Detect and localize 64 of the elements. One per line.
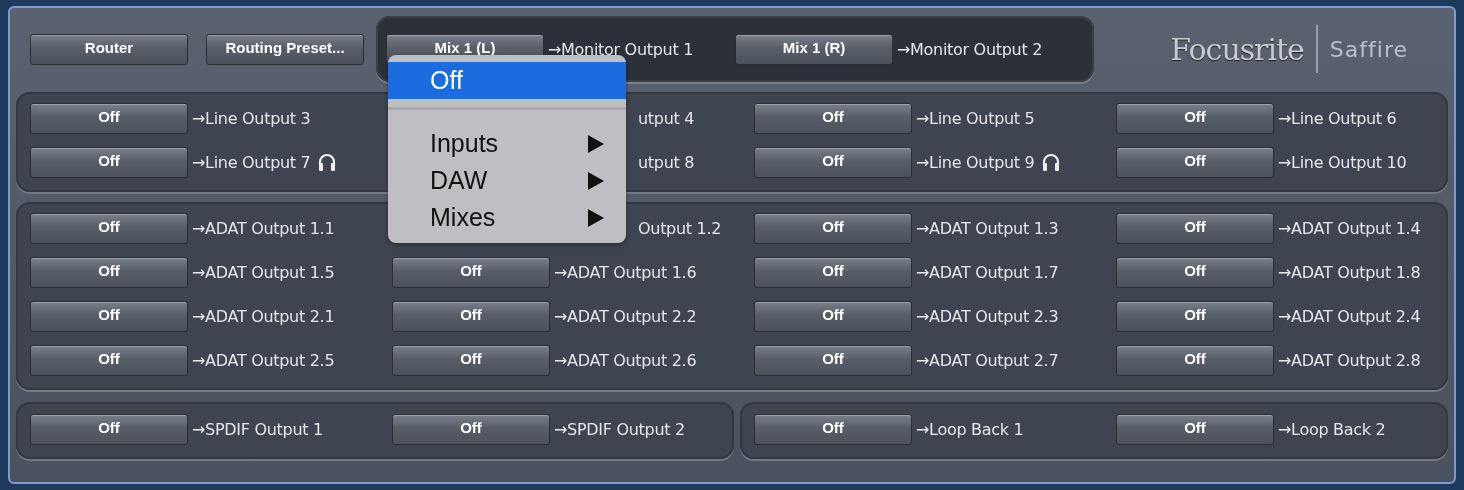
output-label: →ADAT Output 2.4: [1278, 306, 1421, 326]
output-label: →Monitor Output 2: [897, 39, 1043, 59]
route-button[interactable]: Off: [30, 413, 188, 445]
route-button[interactable]: Off: [1116, 212, 1274, 244]
output-label: →ADAT Output 1.8: [1278, 262, 1421, 282]
route-button[interactable]: Off: [754, 413, 912, 445]
route-button[interactable]: Off: [392, 344, 550, 376]
route-button[interactable]: Off: [30, 344, 188, 376]
brand-logo: Focusrite: [1170, 31, 1304, 67]
route-button[interactable]: Off: [30, 102, 188, 134]
output-label: →ADAT Output 2.6: [554, 350, 697, 370]
route-button[interactable]: Off: [754, 102, 912, 134]
route-button[interactable]: Off: [1116, 102, 1274, 134]
output-label: Output 1.2: [638, 218, 722, 238]
route-button[interactable]: Off: [30, 212, 188, 244]
output-label: →ADAT Output 2.7: [916, 350, 1059, 370]
output-label: →SPDIF Output 2: [554, 419, 685, 439]
output-label: →ADAT Output 2.5: [192, 350, 335, 370]
menu-item[interactable]: Off: [388, 62, 626, 99]
menu-item[interactable]: Mixes: [388, 199, 626, 236]
route-button[interactable]: Off: [30, 256, 188, 288]
output-label: utput 4: [638, 108, 695, 128]
output-label: →Line Output 10: [1278, 152, 1407, 172]
route-button[interactable]: Off: [1116, 146, 1274, 178]
output-label: →Loop Back 2: [1278, 419, 1386, 439]
output-label: →ADAT Output 1.5: [192, 262, 335, 282]
output-label: →Loop Back 1: [916, 419, 1024, 439]
output-label: →ADAT Output 2.2: [554, 306, 697, 326]
product-logo: Saffire: [1329, 36, 1408, 62]
output-label: →Monitor Output 1: [548, 39, 694, 59]
output-label: →ADAT Output 2.8: [1278, 350, 1421, 370]
output-label: →Line Output 3: [192, 108, 311, 128]
route-button[interactable]: Off: [754, 300, 912, 332]
route-button[interactable]: Off: [30, 300, 188, 332]
output-label: →ADAT Output 2.3: [916, 306, 1059, 326]
output-label: →ADAT Output 1.1: [192, 218, 335, 238]
menu-item[interactable]: DAW: [388, 162, 626, 199]
output-label: →ADAT Output 1.4: [1278, 218, 1421, 238]
route-button[interactable]: Mix 1 (R): [735, 33, 893, 65]
menu-item[interactable]: Inputs: [388, 125, 626, 162]
output-label: →ADAT Output 1.7: [916, 262, 1059, 282]
output-label: →Line Output 6: [1278, 108, 1397, 128]
output-label: →Line Output 9: [916, 152, 1035, 172]
route-button[interactable]: Off: [1116, 413, 1274, 445]
route-button[interactable]: Off: [1116, 344, 1274, 376]
route-button[interactable]: Off: [1116, 256, 1274, 288]
output-label: utput 8: [638, 152, 695, 172]
route-button[interactable]: Off: [30, 146, 188, 178]
route-button[interactable]: Off: [392, 300, 550, 332]
route-button[interactable]: Off: [1116, 300, 1274, 332]
route-button[interactable]: Off: [754, 146, 912, 178]
route-button[interactable]: Off: [754, 344, 912, 376]
toolbar-button[interactable]: Router: [30, 33, 188, 65]
output-label: →SPDIF Output 1: [192, 419, 323, 439]
output-label: →ADAT Output 2.1: [192, 306, 335, 326]
route-button[interactable]: Off: [392, 256, 550, 288]
output-label: →ADAT Output 1.3: [916, 218, 1059, 238]
output-label: →Line Output 5: [916, 108, 1035, 128]
output-label: →Line Output 7: [192, 152, 311, 172]
toolbar-button[interactable]: Routing Preset...: [206, 33, 364, 65]
route-button[interactable]: Off: [754, 256, 912, 288]
output-label: →ADAT Output 1.6: [554, 262, 697, 282]
route-button[interactable]: Off: [392, 413, 550, 445]
route-button[interactable]: Off: [754, 212, 912, 244]
